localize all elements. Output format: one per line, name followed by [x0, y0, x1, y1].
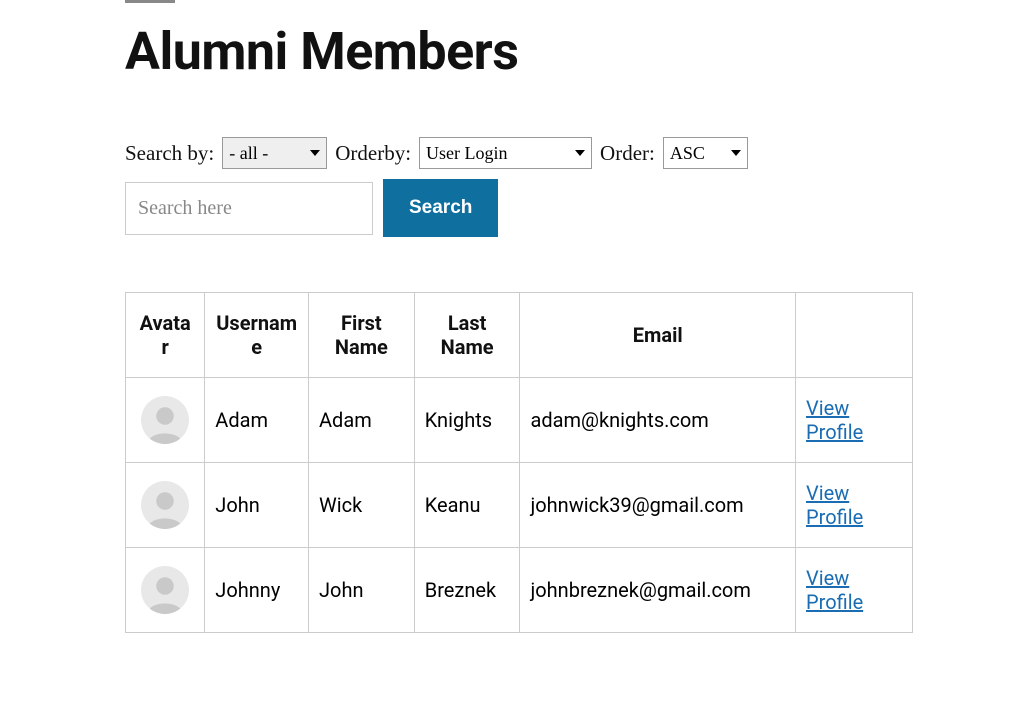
- header-firstname: First Name: [309, 293, 415, 378]
- cell-username: Adam: [205, 378, 309, 463]
- cell-avatar: [126, 378, 205, 463]
- header-action: [796, 293, 913, 378]
- header-lastname: Last Name: [414, 293, 520, 378]
- cell-avatar: [126, 463, 205, 548]
- order-label: Order:: [600, 141, 655, 166]
- cell-lastname: Knights: [414, 378, 520, 463]
- orderby-label: Orderby:: [335, 141, 411, 166]
- cell-action: View Profile: [796, 548, 913, 633]
- cell-firstname: Wick: [309, 463, 415, 548]
- avatar: [141, 396, 189, 444]
- cell-email: johnwick39@gmail.com: [520, 463, 796, 548]
- search-input[interactable]: [125, 182, 373, 235]
- cell-username: John: [205, 463, 309, 548]
- person-icon: [144, 402, 186, 444]
- cell-firstname: John: [309, 548, 415, 633]
- cell-action: View Profile: [796, 463, 913, 548]
- table-row: Adam Adam Knights adam@knights.com View …: [126, 378, 913, 463]
- view-profile-link[interactable]: View Profile: [806, 566, 863, 614]
- order-select[interactable]: ASC: [663, 137, 748, 169]
- cell-lastname: Breznek: [414, 548, 520, 633]
- person-icon: [144, 572, 186, 614]
- cell-lastname: Keanu: [414, 463, 520, 548]
- title-rule: [125, 0, 175, 3]
- cell-username: Johnny: [205, 548, 309, 633]
- view-profile-link[interactable]: View Profile: [806, 396, 863, 444]
- table-row: Johnny John Breznek johnbreznek@gmail.co…: [126, 548, 913, 633]
- cell-avatar: [126, 548, 205, 633]
- header-avatar: Avatar: [126, 293, 205, 378]
- view-profile-link[interactable]: View Profile: [806, 481, 863, 529]
- table-header-row: Avatar Username First Name Last Name Ema…: [126, 293, 913, 378]
- header-email: Email: [520, 293, 796, 378]
- table-row: John Wick Keanu johnwick39@gmail.com Vie…: [126, 463, 913, 548]
- cell-action: View Profile: [796, 378, 913, 463]
- filter-row: Search by: - all - Orderby: User Login O…: [125, 137, 912, 169]
- orderby-select[interactable]: User Login: [419, 137, 592, 169]
- search-button[interactable]: Search: [383, 179, 498, 237]
- person-icon: [144, 487, 186, 529]
- cell-email: johnbreznek@gmail.com: [520, 548, 796, 633]
- page-title: Alumni Members: [125, 21, 912, 82]
- header-username: Username: [205, 293, 309, 378]
- avatar: [141, 481, 189, 529]
- cell-firstname: Adam: [309, 378, 415, 463]
- search-by-label: Search by:: [125, 141, 214, 166]
- search-by-select[interactable]: - all -: [222, 137, 327, 169]
- avatar: [141, 566, 189, 614]
- search-row: Search: [125, 179, 912, 237]
- members-table: Avatar Username First Name Last Name Ema…: [125, 292, 913, 633]
- cell-email: adam@knights.com: [520, 378, 796, 463]
